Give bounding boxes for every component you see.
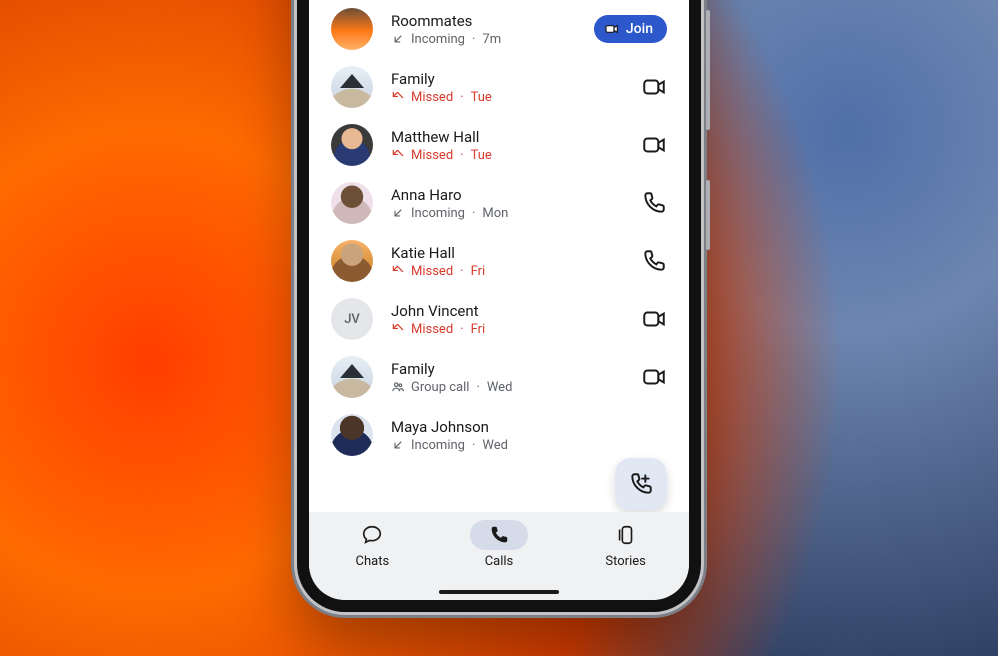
call-time: Fri xyxy=(471,322,486,337)
video-call-button[interactable] xyxy=(641,364,667,390)
phone-icon xyxy=(641,248,667,274)
call-time: Fri xyxy=(471,264,486,279)
call-subtitle: Group call Wed xyxy=(391,380,623,395)
call-row[interactable]: Anna Haro Incoming Mon xyxy=(309,174,689,232)
call-subtitle: Incoming 7m xyxy=(391,32,576,47)
join-button[interactable]: Join xyxy=(594,15,667,43)
call-time: Wed xyxy=(487,380,513,395)
avatar xyxy=(331,124,373,166)
arrow-missed-icon xyxy=(391,90,405,104)
call-status-label: Incoming xyxy=(411,438,465,453)
call-subtitle: Incoming Mon xyxy=(391,206,623,221)
arrow-missed-icon xyxy=(391,264,405,278)
video-call-button[interactable] xyxy=(641,132,667,158)
home-indicator xyxy=(439,590,559,594)
nav-chats-label: Chats xyxy=(356,554,390,569)
call-subtitle: Incoming Wed xyxy=(391,438,649,453)
call-status-label: Incoming xyxy=(411,206,465,221)
nav-chats[interactable]: Chats xyxy=(343,520,401,569)
video-call-button[interactable] xyxy=(641,74,667,100)
phone-screen: RoommatesIncoming7mJoinFamilyMissedTueMa… xyxy=(309,0,689,600)
stories-icon xyxy=(615,524,637,546)
phone-frame: RoommatesIncoming7mJoinFamilyMissedTueMa… xyxy=(297,0,701,612)
call-status-label: Missed xyxy=(411,90,453,105)
call-row-text: Maya Johnson Incoming Wed xyxy=(391,418,649,453)
call-row-text: John Vincent Missed Fri xyxy=(391,302,623,337)
call-name: Anna Haro xyxy=(391,186,623,204)
arrow-incoming-icon xyxy=(391,32,405,46)
video-call-button[interactable] xyxy=(641,306,667,332)
call-time: Wed xyxy=(482,438,508,453)
call-subtitle: Missed Tue xyxy=(391,148,623,163)
avatar xyxy=(331,240,373,282)
arrow-incoming-icon xyxy=(391,206,405,220)
call-time: Tue xyxy=(471,148,492,163)
call-name: Family xyxy=(391,70,623,88)
phone-icon xyxy=(641,190,667,216)
avatar xyxy=(331,182,373,224)
call-row-text: Anna Haro Incoming Mon xyxy=(391,186,623,221)
call-status-label: Missed xyxy=(411,322,453,337)
call-row[interactable]: Maya Johnson Incoming Wed xyxy=(309,406,689,464)
nav-calls-label: Calls xyxy=(485,554,514,569)
audio-call-button[interactable] xyxy=(641,248,667,274)
call-status-label: Missed xyxy=(411,264,453,279)
power-button xyxy=(706,180,710,250)
call-row[interactable]: Matthew Hall Missed Tue xyxy=(309,116,689,174)
call-row[interactable]: Family Group call Wed xyxy=(309,348,689,406)
arrow-incoming-icon xyxy=(391,438,405,452)
volume-button xyxy=(706,10,710,130)
arrow-missed-icon xyxy=(391,322,405,336)
video-icon xyxy=(641,74,667,100)
audio-call-button[interactable] xyxy=(641,190,667,216)
call-subtitle: Missed Tue xyxy=(391,90,623,105)
new-call-button[interactable] xyxy=(615,458,667,510)
avatar xyxy=(331,8,373,50)
call-name: Matthew Hall xyxy=(391,128,623,146)
call-name: Maya Johnson xyxy=(391,418,649,436)
call-row[interactable]: Katie Hall Missed Fri xyxy=(309,232,689,290)
bottom-nav: Chats Calls Stories xyxy=(309,512,689,600)
nav-calls[interactable]: Calls xyxy=(470,520,528,569)
chat-icon xyxy=(361,524,383,546)
call-status-label: Missed xyxy=(411,148,453,163)
call-name: Roommates xyxy=(391,12,576,30)
call-row-text: Roommates Incoming 7m xyxy=(391,12,576,47)
phone-plus-icon xyxy=(628,471,654,497)
call-row[interactable]: JV John Vincent Missed Fri xyxy=(309,290,689,348)
video-icon xyxy=(641,364,667,390)
avatar xyxy=(331,66,373,108)
join-label: Join xyxy=(626,21,653,37)
call-list: RoommatesIncoming7mJoinFamilyMissedTueMa… xyxy=(309,0,689,600)
call-row[interactable]: Roommates Incoming 7m Join xyxy=(309,0,689,58)
phone-icon xyxy=(488,524,510,546)
call-status-label: Incoming xyxy=(411,32,465,47)
call-name: John Vincent xyxy=(391,302,623,320)
avatar xyxy=(331,414,373,456)
video-icon xyxy=(641,132,667,158)
video-icon xyxy=(604,21,620,37)
nav-stories[interactable]: Stories xyxy=(597,520,655,569)
call-row-text: Family Missed Tue xyxy=(391,70,623,105)
arrow-missed-icon xyxy=(391,148,405,162)
call-row[interactable]: Family Missed Tue xyxy=(309,58,689,116)
call-time: Mon xyxy=(482,206,508,221)
avatar: JV xyxy=(331,298,373,340)
call-name: Katie Hall xyxy=(391,244,623,262)
video-icon xyxy=(641,306,667,332)
call-subtitle: Missed Fri xyxy=(391,322,623,337)
avatar xyxy=(331,356,373,398)
call-subtitle: Missed Fri xyxy=(391,264,623,279)
call-row-text: Matthew Hall Missed Tue xyxy=(391,128,623,163)
group-icon xyxy=(391,380,405,394)
nav-stories-label: Stories xyxy=(605,554,645,569)
call-row-text: Family Group call Wed xyxy=(391,360,623,395)
call-time: 7m xyxy=(482,32,501,47)
call-status-label: Group call xyxy=(411,380,469,395)
call-row-text: Katie Hall Missed Fri xyxy=(391,244,623,279)
call-name: Family xyxy=(391,360,623,378)
call-time: Tue xyxy=(471,90,492,105)
